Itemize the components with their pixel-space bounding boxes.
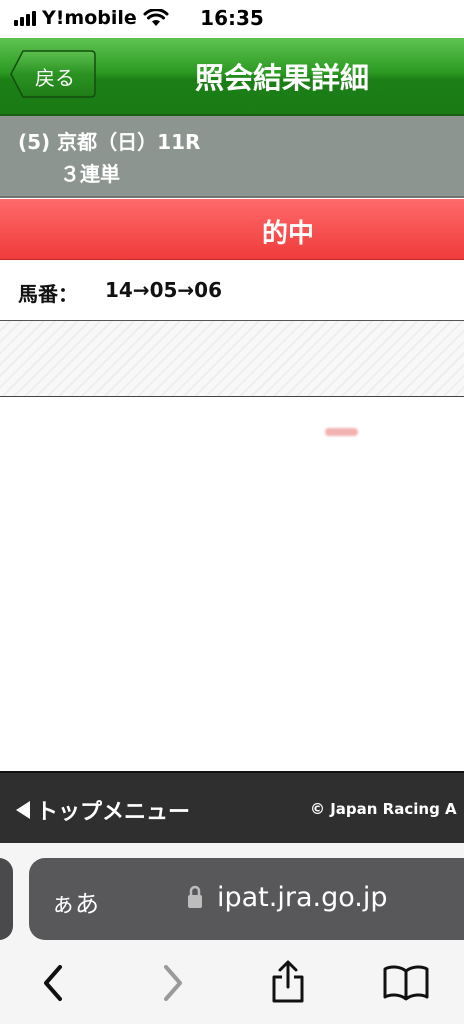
horse-number-row: 馬番： 14→05→06 xyxy=(0,262,464,321)
url-text: ipat.jra.go.jp xyxy=(217,882,388,913)
browser-chrome: ぁあ ipat.jra.go.jp xyxy=(0,843,464,1024)
result-banner: 的中 xyxy=(0,199,464,260)
back-button[interactable]: 戻る xyxy=(9,49,97,99)
chevron-right-icon[interactable] xyxy=(158,963,188,1003)
striped-divider xyxy=(0,321,464,397)
horse-number-label: 馬番： xyxy=(18,282,78,306)
top-menu-label: トップメニュー xyxy=(36,800,191,825)
page-header: 戻る 照会結果詳細 xyxy=(0,38,464,116)
previous-tab[interactable] xyxy=(0,858,13,940)
race-info: (5) 京都（日）11R ３連単 xyxy=(0,116,464,198)
horse-number-value: 14→05→06 xyxy=(105,278,223,302)
page-title: 照会結果詳細 xyxy=(194,61,369,95)
triangle-left-icon xyxy=(16,801,30,819)
status-bar: Y!mobile 16:35 xyxy=(0,0,464,38)
top-menu-link[interactable]: トップメニュー xyxy=(16,794,190,826)
race-name: (5) 京都（日）11R xyxy=(18,130,201,154)
clock: 16:35 xyxy=(200,6,264,30)
chevron-left-icon[interactable] xyxy=(38,963,68,1003)
copyright: © Japan Racing A xyxy=(310,800,457,818)
smudge-mark xyxy=(325,428,358,436)
footer-bar: トップメニュー © Japan Racing A xyxy=(0,771,464,845)
address-bar[interactable]: ぁあ ipat.jra.go.jp xyxy=(29,858,464,940)
back-label: 戻る xyxy=(35,66,75,90)
reader-options-button[interactable]: ぁあ xyxy=(51,884,99,919)
book-icon[interactable] xyxy=(382,963,430,1003)
content-area xyxy=(0,397,464,771)
lock-icon xyxy=(188,885,202,908)
share-icon[interactable] xyxy=(268,959,308,1005)
bet-type: ３連単 xyxy=(60,162,120,186)
result-label: 的中 xyxy=(262,219,315,249)
browser-toolbar xyxy=(0,960,464,1024)
